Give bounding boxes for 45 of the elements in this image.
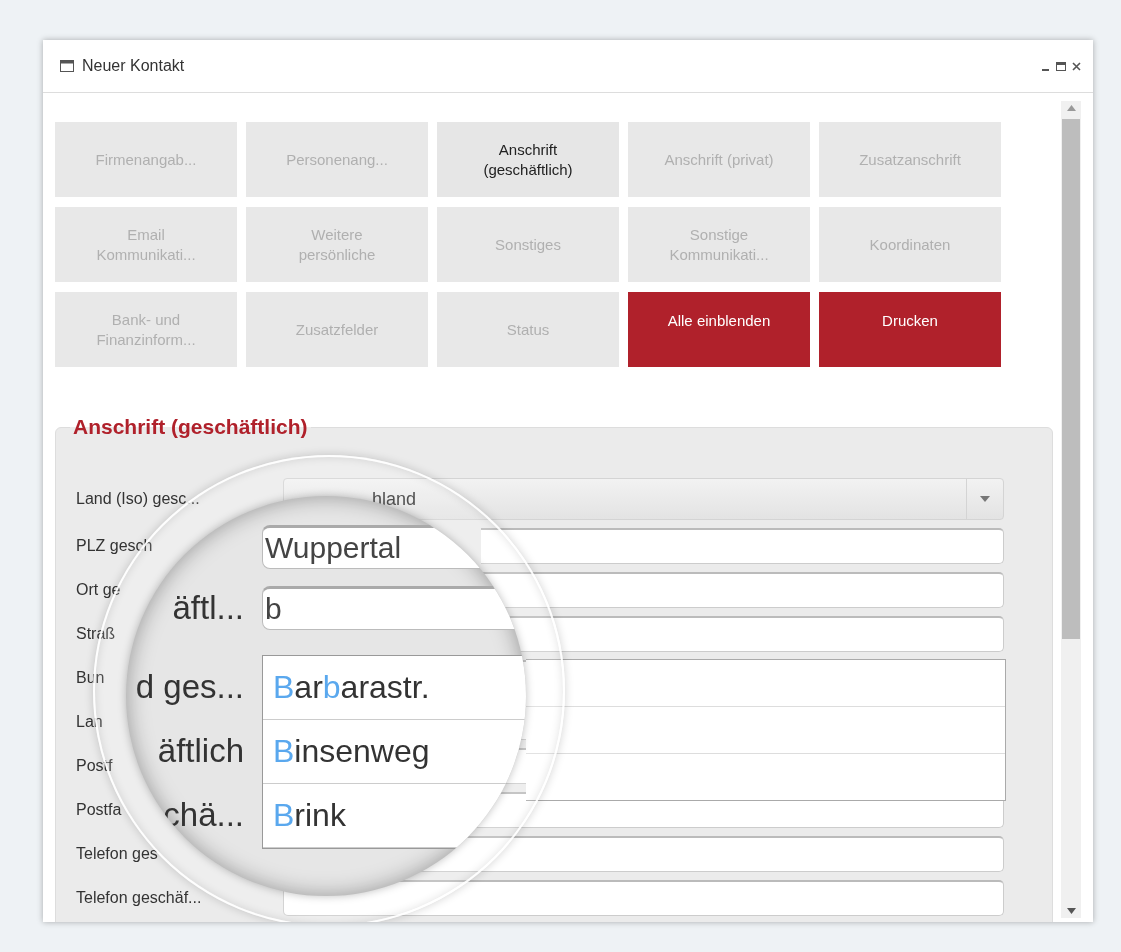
field-label: Lan bbox=[76, 713, 103, 730]
field-label: Postfa bbox=[76, 801, 122, 818]
field-label: Land (Iso) gesc... bbox=[76, 490, 200, 507]
section-tab[interactable]: Anschrift (privat) bbox=[628, 122, 810, 197]
section-tab[interactable]: Status bbox=[437, 292, 619, 367]
section-tab[interactable]: Personenang... bbox=[246, 122, 428, 197]
section-tab[interactable]: Zusatzfelder bbox=[246, 292, 428, 367]
section-tab[interactable]: Weitere persönliche bbox=[246, 207, 428, 282]
section-tab[interactable]: Email Kommunikati... bbox=[55, 207, 237, 282]
action-button[interactable]: Drucken bbox=[819, 292, 1001, 367]
field-label: Telefon geschäf... bbox=[76, 889, 202, 906]
scrollbar[interactable] bbox=[1061, 101, 1081, 918]
section-tab[interactable]: Sonstiges bbox=[437, 207, 619, 282]
field-label: Telefon ges bbox=[76, 845, 158, 862]
magnified-label: d ges... bbox=[134, 667, 245, 707]
section-tab[interactable]: Sonstige Kommunikati... bbox=[628, 207, 810, 282]
window-title: Neuer Kontakt bbox=[82, 57, 185, 75]
magnified-label: äftl... bbox=[171, 589, 245, 627]
scroll-up-icon[interactable] bbox=[1066, 105, 1076, 111]
section-tab[interactable]: Firmenangab... bbox=[55, 122, 237, 197]
section-tab[interactable]: Koordinaten bbox=[819, 207, 1001, 282]
action-button[interactable]: Alle einblenden bbox=[628, 292, 810, 367]
section-tab[interactable]: Anschrift (geschäftlich) bbox=[437, 122, 619, 197]
maximize-icon[interactable] bbox=[1056, 61, 1066, 71]
input-field[interactable] bbox=[283, 880, 1004, 916]
input-field[interactable] bbox=[481, 528, 1004, 564]
field-label: Postf bbox=[76, 757, 113, 774]
field-label: PLZ gesch bbox=[76, 537, 153, 554]
field-label: Bun bbox=[76, 669, 105, 686]
section-tab[interactable]: Bank- und Finanzinform... bbox=[55, 292, 237, 367]
close-icon[interactable] bbox=[1072, 61, 1081, 71]
suggestion-menu[interactable] bbox=[526, 659, 1006, 801]
field-label: Straß bbox=[76, 625, 116, 642]
magnified-label: äftlich bbox=[156, 731, 245, 771]
magnified-suggestion-item[interactable]: Brink bbox=[263, 784, 526, 848]
magnified-suggestion-item[interactable]: Barbarastr. bbox=[263, 656, 526, 720]
window-icon bbox=[60, 60, 74, 72]
section-tab[interactable]: Zusatzanschrift bbox=[819, 122, 1001, 197]
magnified-suggestion-list[interactable]: Barbarastr. Binsenweg Brink bbox=[262, 655, 526, 849]
country-dropdown[interactable]: hland bbox=[283, 478, 1004, 520]
scroll-thumb[interactable] bbox=[1062, 119, 1080, 639]
field-label: Ort ge bbox=[76, 581, 121, 598]
scroll-down-icon[interactable] bbox=[1066, 908, 1076, 914]
magnified-suggestion-item[interactable]: Binsenweg bbox=[263, 720, 526, 784]
caret-icon bbox=[980, 496, 990, 502]
